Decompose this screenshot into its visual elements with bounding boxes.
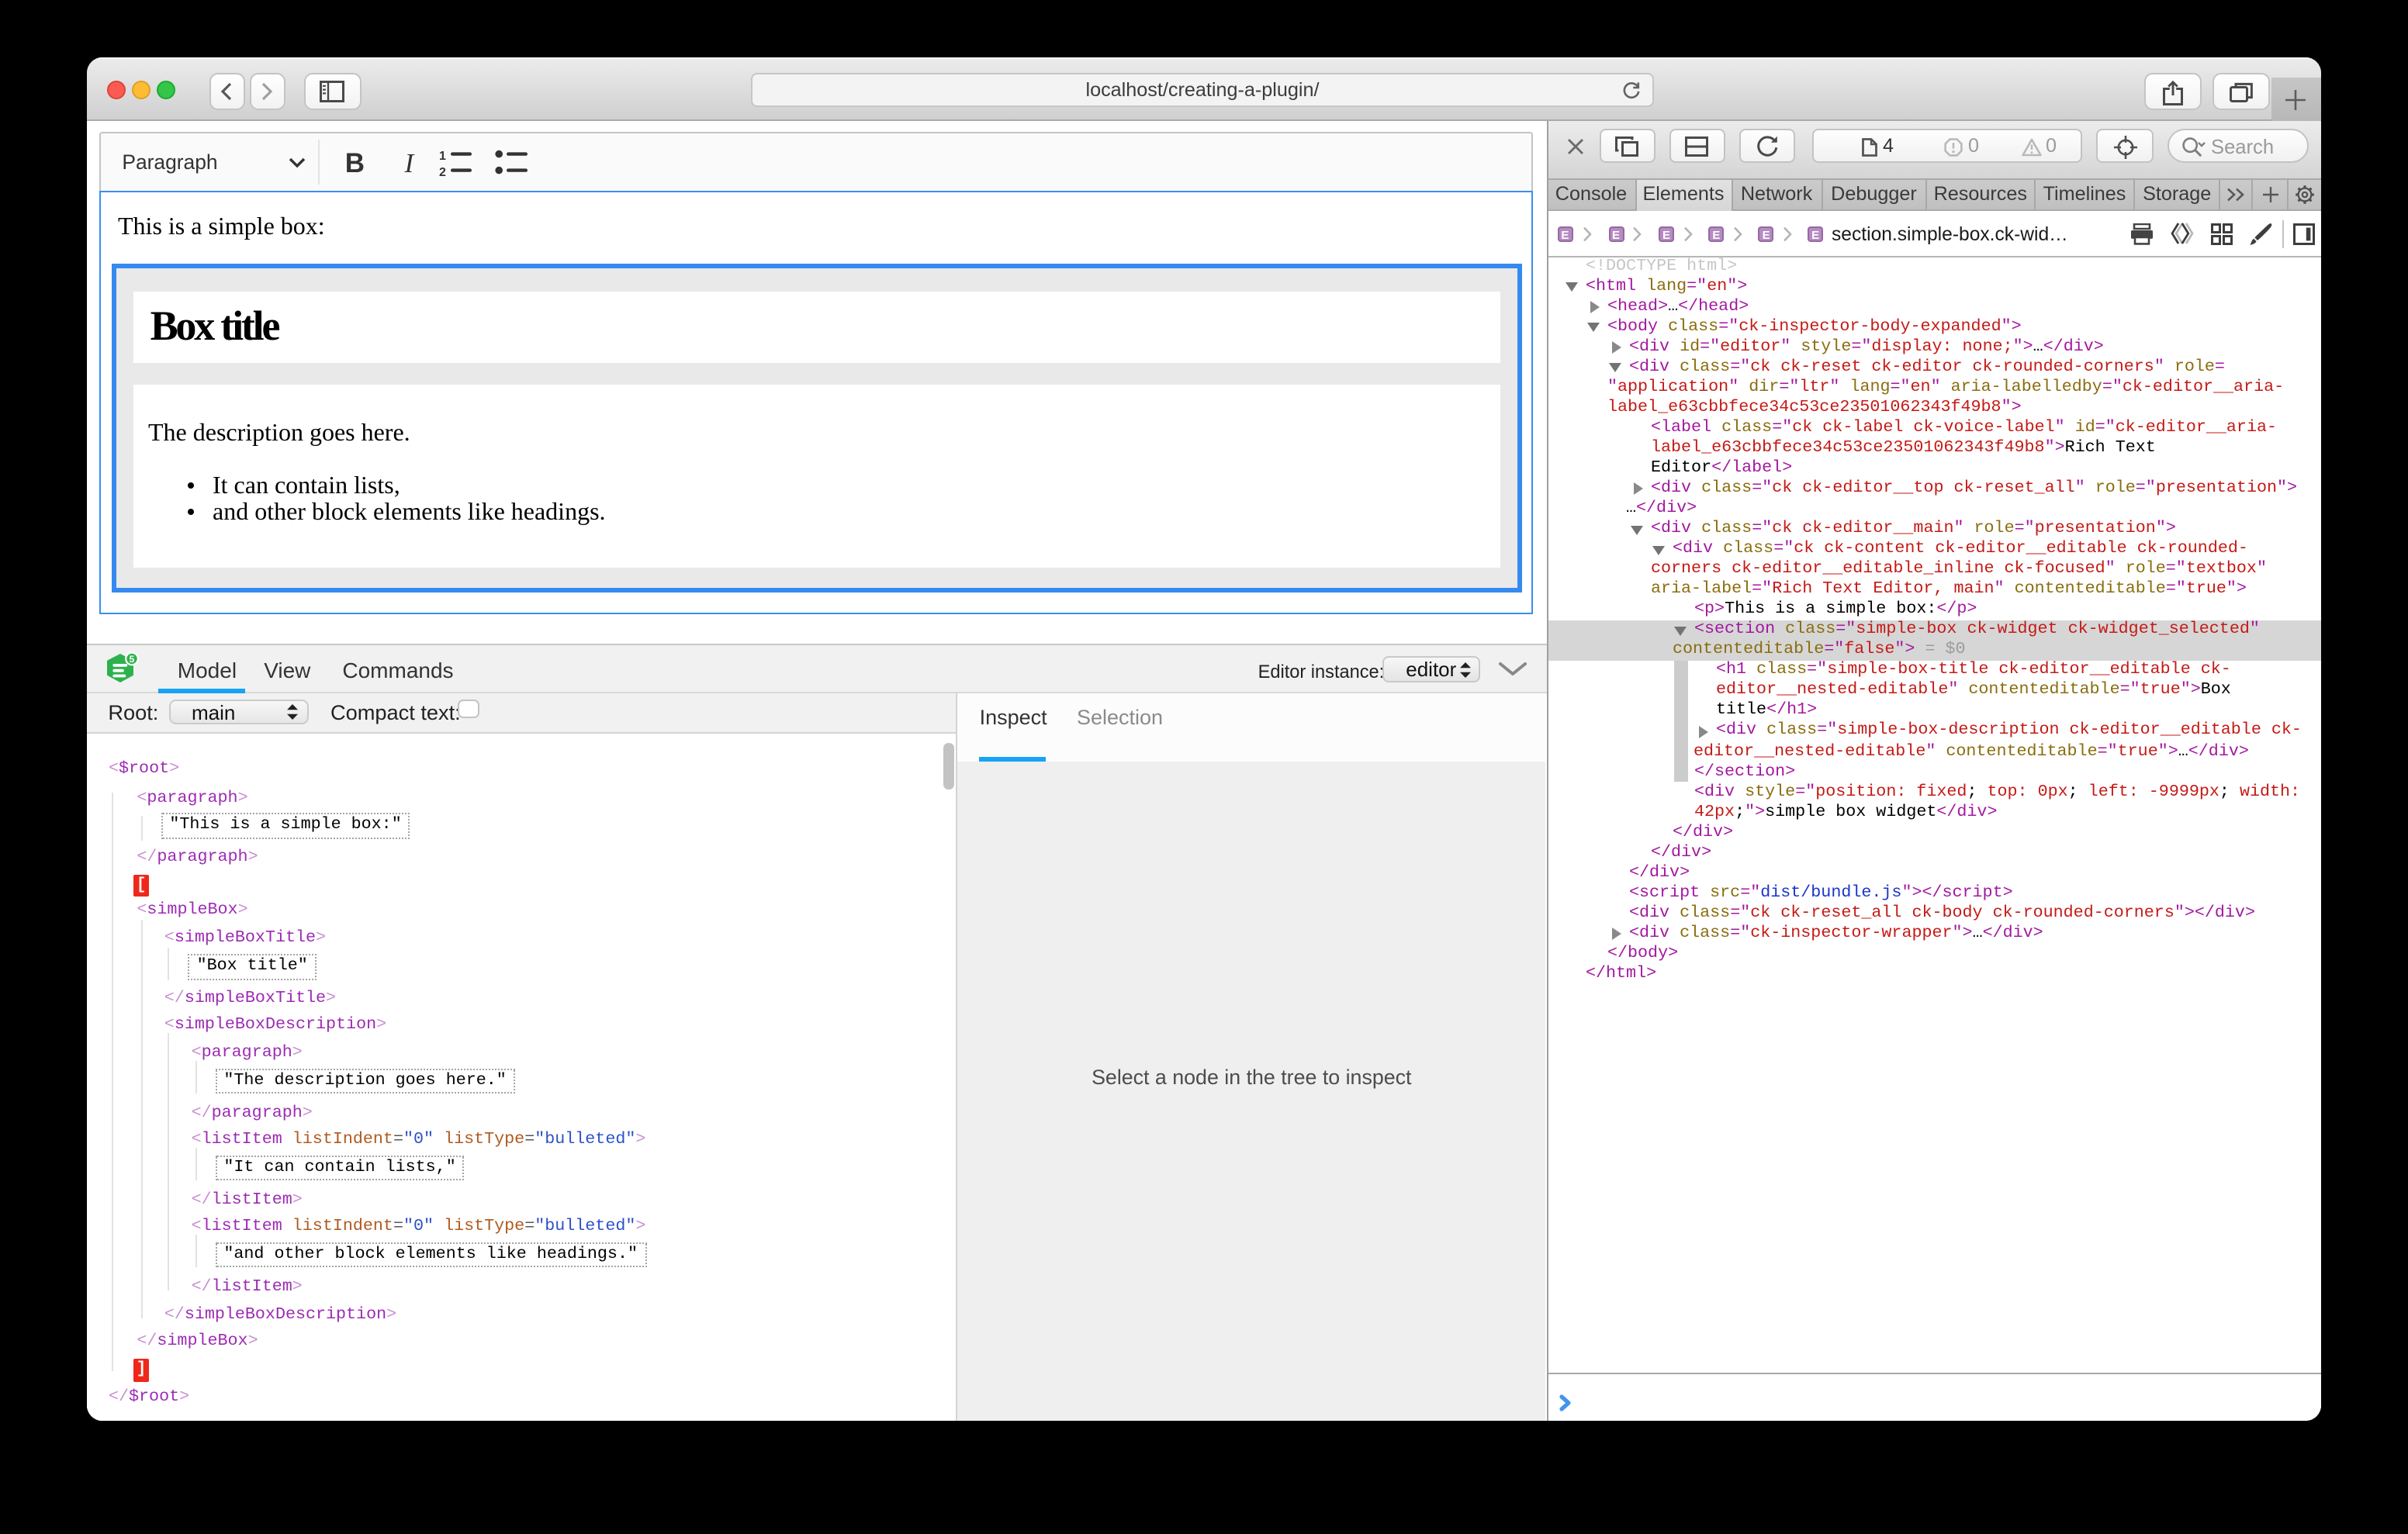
svg-text:2: 2 xyxy=(438,166,445,178)
svg-text:5: 5 xyxy=(130,654,135,665)
svg-text:1: 1 xyxy=(438,150,445,163)
